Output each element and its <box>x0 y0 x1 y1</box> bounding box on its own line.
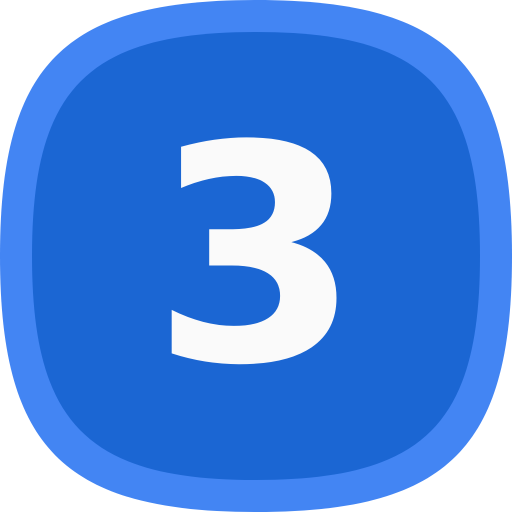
badge-number: 3 <box>151 82 361 431</box>
number-badge-icon: 3 <box>0 0 512 512</box>
